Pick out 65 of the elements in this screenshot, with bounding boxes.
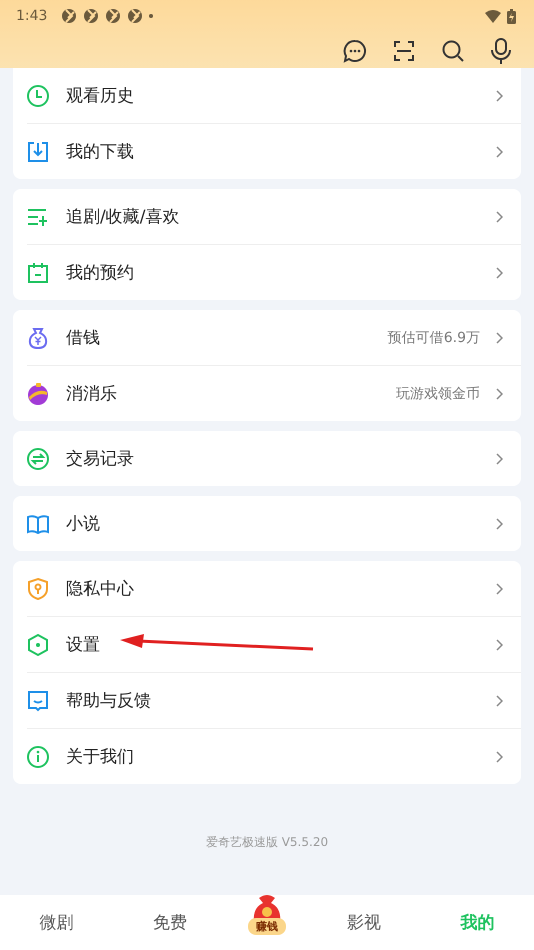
ball-icon: [26, 382, 50, 406]
item-label: 追剧/收藏/喜欢: [66, 206, 180, 228]
chevron-icon: [496, 694, 503, 706]
microphone-icon[interactable]: [490, 38, 512, 64]
status-time: 1:43: [16, 8, 48, 24]
download-icon: [26, 140, 50, 164]
notification-icon: [61, 8, 78, 24]
menu-item[interactable]: 借钱 预估可借6.9万: [13, 310, 521, 365]
calendar-icon: [26, 260, 50, 284]
chevron-icon: [496, 388, 503, 400]
menu-item[interactable]: 关于我们: [13, 729, 521, 784]
item-label: 帮助与反馈: [66, 690, 151, 712]
chevron-icon: [496, 210, 503, 222]
exchange-icon: [26, 446, 50, 470]
menu-item[interactable]: 我的预约: [13, 245, 521, 300]
chevron-icon: [496, 90, 503, 102]
wifi-icon: [485, 10, 501, 22]
item-label: 隐私中心: [66, 578, 134, 600]
item-label: 观看历史: [66, 85, 134, 107]
search-icon[interactable]: [441, 39, 465, 63]
chevron-icon: [496, 750, 503, 762]
menu-item[interactable]: 追剧/收藏/喜欢: [13, 189, 521, 244]
shield-icon: [26, 576, 50, 600]
nav-tab[interactable]: 微剧: [22, 911, 92, 934]
info-icon: [26, 744, 50, 768]
dot-icon: [149, 14, 154, 18]
item-hint: 预估可借6.9万: [388, 328, 480, 346]
item-label: 交易记录: [66, 448, 134, 470]
menu-item[interactable]: 消消乐 玩游戏领金币: [13, 366, 521, 421]
notification-icon: [83, 8, 100, 24]
item-label: 借钱: [66, 327, 100, 349]
menu-item[interactable]: 隐私中心: [13, 561, 521, 616]
money-bag-icon: [26, 326, 50, 350]
chevron-icon: [496, 452, 503, 464]
chevron-icon: [496, 332, 503, 344]
nav-tab[interactable]: 影视: [329, 911, 400, 934]
nav-tab[interactable]: 免费: [134, 911, 205, 934]
chevron-icon: [496, 518, 503, 530]
item-label: 消消乐: [66, 383, 117, 405]
menu-item[interactable]: 我的下载: [13, 124, 521, 179]
item-label: 我的下载: [66, 141, 134, 163]
item-label: 小说: [66, 513, 100, 535]
menu-item[interactable]: 交易记录: [13, 431, 521, 486]
nav-tab[interactable]: 赚钱: [248, 894, 286, 935]
menu-item[interactable]: 帮助与反馈: [13, 673, 521, 728]
chevron-icon: [496, 582, 503, 594]
message-icon[interactable]: [343, 39, 367, 63]
menu-item[interactable]: 小说: [13, 496, 521, 551]
chat-icon: [26, 688, 50, 712]
notification-icon: [127, 8, 144, 24]
item-hint: 玩游戏领金币: [396, 384, 480, 402]
battery-icon: [507, 8, 516, 24]
scan-icon[interactable]: [392, 39, 416, 63]
menu-item[interactable]: 设置: [13, 617, 521, 672]
notification-icon: [105, 8, 122, 24]
item-label: 我的预约: [66, 262, 134, 284]
chevron-icon: [496, 266, 503, 278]
item-label: 关于我们: [66, 746, 134, 768]
chevron-icon: [496, 638, 503, 650]
menu-item[interactable]: 观看历史: [13, 68, 521, 123]
version-text: 爱奇艺极速版 V5.5.20: [204, 834, 330, 851]
hexagon-icon: [26, 632, 50, 656]
clock-icon: [26, 84, 50, 108]
item-label: 设置: [66, 634, 100, 656]
chevron-icon: [496, 146, 503, 158]
